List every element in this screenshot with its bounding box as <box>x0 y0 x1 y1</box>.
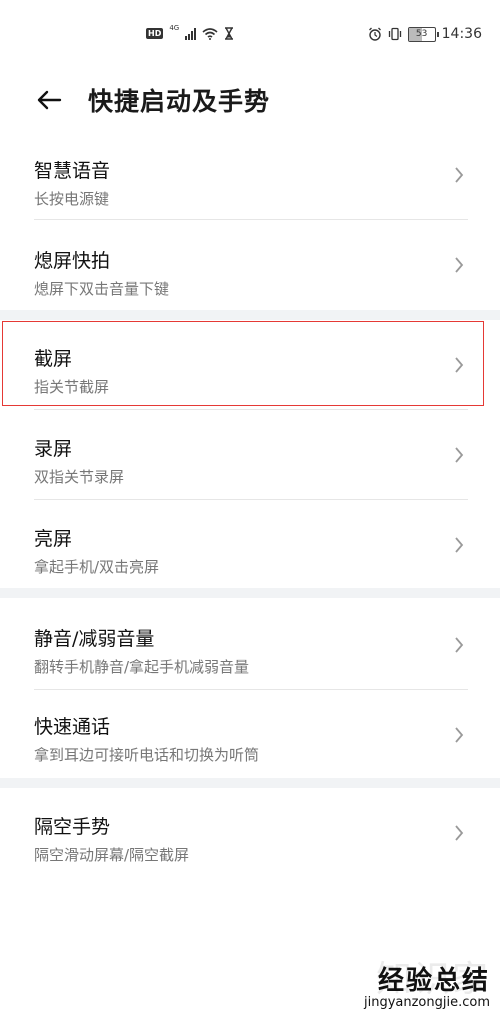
section-gap <box>0 310 500 320</box>
wifi-icon <box>202 27 218 40</box>
page-title: 快捷启动及手势 <box>88 87 271 116</box>
chevron-right-icon <box>455 357 464 373</box>
list-item-screen-off-snapshot[interactable]: 熄屏快拍 熄屏下双击音量下键 <box>0 220 500 310</box>
item-title: 智慧语音 <box>34 160 111 182</box>
item-title: 隔空手势 <box>34 816 111 838</box>
item-subtitle: 拿起手机/双击亮屏 <box>34 558 160 576</box>
item-title: 快速通话 <box>34 716 111 738</box>
chevron-right-icon <box>455 257 464 273</box>
chevron-right-icon <box>455 825 464 841</box>
chevron-right-icon <box>455 727 464 743</box>
status-right: 53 14:36 <box>368 26 482 42</box>
back-arrow-icon[interactable] <box>34 85 64 115</box>
list-item-quick-call[interactable]: 快速通话 拿到耳边可接听电话和切换为听筒 <box>0 690 500 778</box>
alarm-icon <box>368 27 381 41</box>
item-title: 亮屏 <box>34 528 73 550</box>
list-item-wake-screen[interactable]: 亮屏 拿起手机/双击亮屏 <box>0 500 500 588</box>
signal-icon <box>185 27 197 40</box>
item-subtitle: 长按电源键 <box>34 190 110 208</box>
network-type: 4G <box>169 24 180 32</box>
item-title: 截屏 <box>34 348 73 370</box>
settings-list: 智慧语音 长按电源键 熄屏快拍 熄屏下双击音量下键 截屏 指关节截屏 录屏 双指… <box>0 130 500 880</box>
watermark-background-text: 知识家 <box>375 959 490 1000</box>
section-gap <box>0 778 500 788</box>
item-title: 熄屏快拍 <box>34 250 111 272</box>
chevron-right-icon <box>455 167 464 183</box>
item-subtitle: 指关节截屏 <box>34 378 110 396</box>
battery-icon: 53 <box>407 26 439 42</box>
status-left: HD 4G <box>146 24 234 40</box>
vibrate-icon <box>388 27 401 41</box>
item-subtitle: 隔空滑动屏幕/隔空截屏 <box>34 846 190 864</box>
hd-badge: HD <box>146 28 164 39</box>
chevron-right-icon <box>455 447 464 463</box>
status-bar: HD 4G 53 14:36 <box>0 0 500 70</box>
list-item-screen-record[interactable]: 录屏 双指关节录屏 <box>0 410 500 500</box>
status-time: 14:36 <box>441 26 482 42</box>
page-header: 快捷启动及手势 <box>0 70 500 130</box>
item-subtitle: 拿到耳边可接听电话和切换为听筒 <box>34 746 260 764</box>
chevron-right-icon <box>455 637 464 653</box>
list-item-screenshot[interactable]: 截屏 指关节截屏 <box>0 320 500 410</box>
item-subtitle: 熄屏下双击音量下键 <box>34 280 170 298</box>
item-subtitle: 翻转手机静音/拿起手机减弱音量 <box>34 658 250 676</box>
battery-level: 53 <box>415 28 428 39</box>
list-item-air-gesture[interactable]: 隔空手势 隔空滑动屏幕/隔空截屏 <box>0 788 500 880</box>
list-item-mute[interactable]: 静音/减弱音量 翻转手机静音/拿起手机减弱音量 <box>0 598 500 690</box>
watermark: 知识家 经验总结 jingyanzongjie.com <box>364 959 490 1010</box>
item-title: 静音/减弱音量 <box>34 628 155 650</box>
hourglass-icon <box>225 27 234 40</box>
item-title: 录屏 <box>34 438 73 460</box>
chevron-right-icon <box>455 537 464 553</box>
section-gap <box>0 588 500 598</box>
list-item-smart-voice[interactable]: 智慧语音 长按电源键 <box>0 130 500 220</box>
item-subtitle: 双指关节录屏 <box>34 468 125 486</box>
